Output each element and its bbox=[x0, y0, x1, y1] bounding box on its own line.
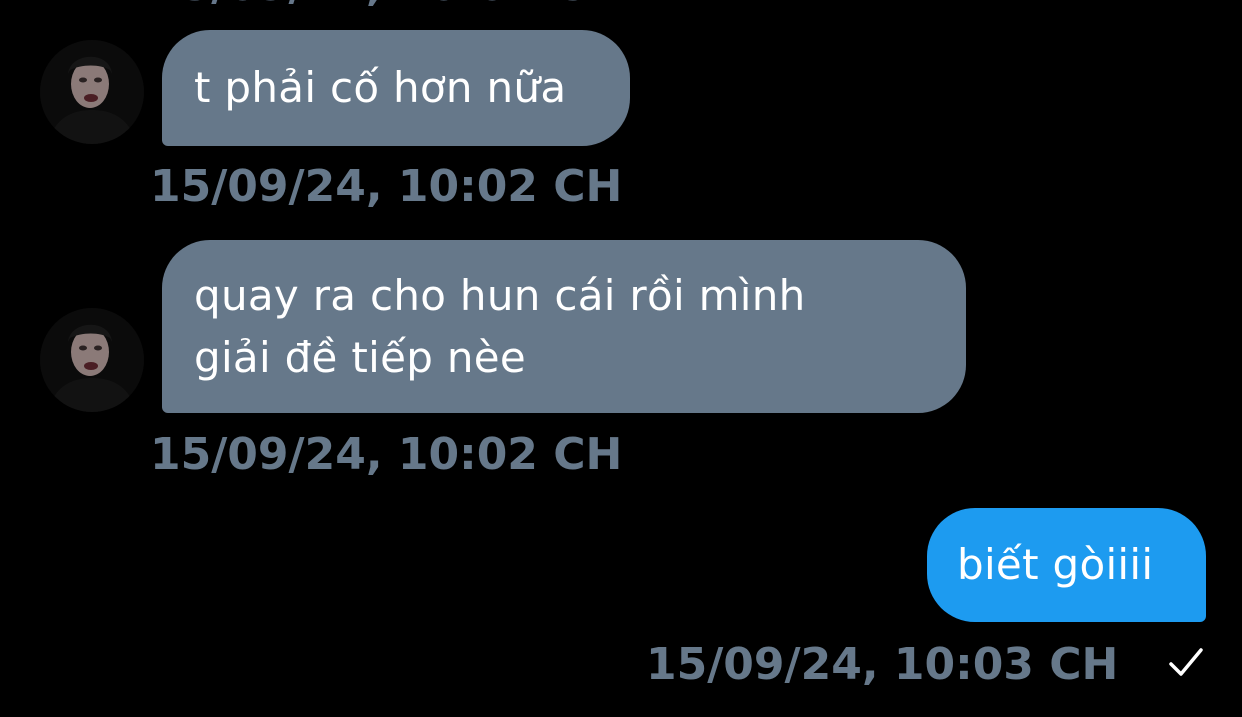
sender-avatar[interactable] bbox=[40, 40, 144, 144]
message-timestamp: 15/09/24, 10:02 CH bbox=[150, 161, 623, 212]
message-text-line-1: quay ra cho hun cái rồi mình bbox=[194, 271, 806, 320]
message-text: biết gòiiii bbox=[957, 540, 1154, 589]
incoming-message-bubble[interactable]: quay ra cho hun cái rồi mình giải đề tiế… bbox=[162, 240, 966, 413]
incoming-message-bubble[interactable]: t phải cố hơn nữa bbox=[162, 30, 630, 146]
message-timestamp: 15/09/24, 10:03 CH bbox=[646, 639, 1119, 690]
message-timestamp: 15/09/24, 10:02 CH bbox=[150, 429, 623, 480]
message-text: t phải cố hơn nữa bbox=[194, 63, 567, 112]
message-text-line-2: giải đề tiếp nèe bbox=[194, 333, 527, 382]
checkmark-icon bbox=[1169, 648, 1203, 676]
avatar-photo-icon bbox=[40, 40, 144, 144]
sender-avatar[interactable] bbox=[40, 308, 144, 412]
outgoing-message-bubble[interactable]: biết gòiiii bbox=[927, 508, 1206, 622]
previous-message-timestamp: 15/09/24, 10:02 CH bbox=[150, 0, 622, 11]
avatar-photo-icon bbox=[40, 308, 144, 412]
